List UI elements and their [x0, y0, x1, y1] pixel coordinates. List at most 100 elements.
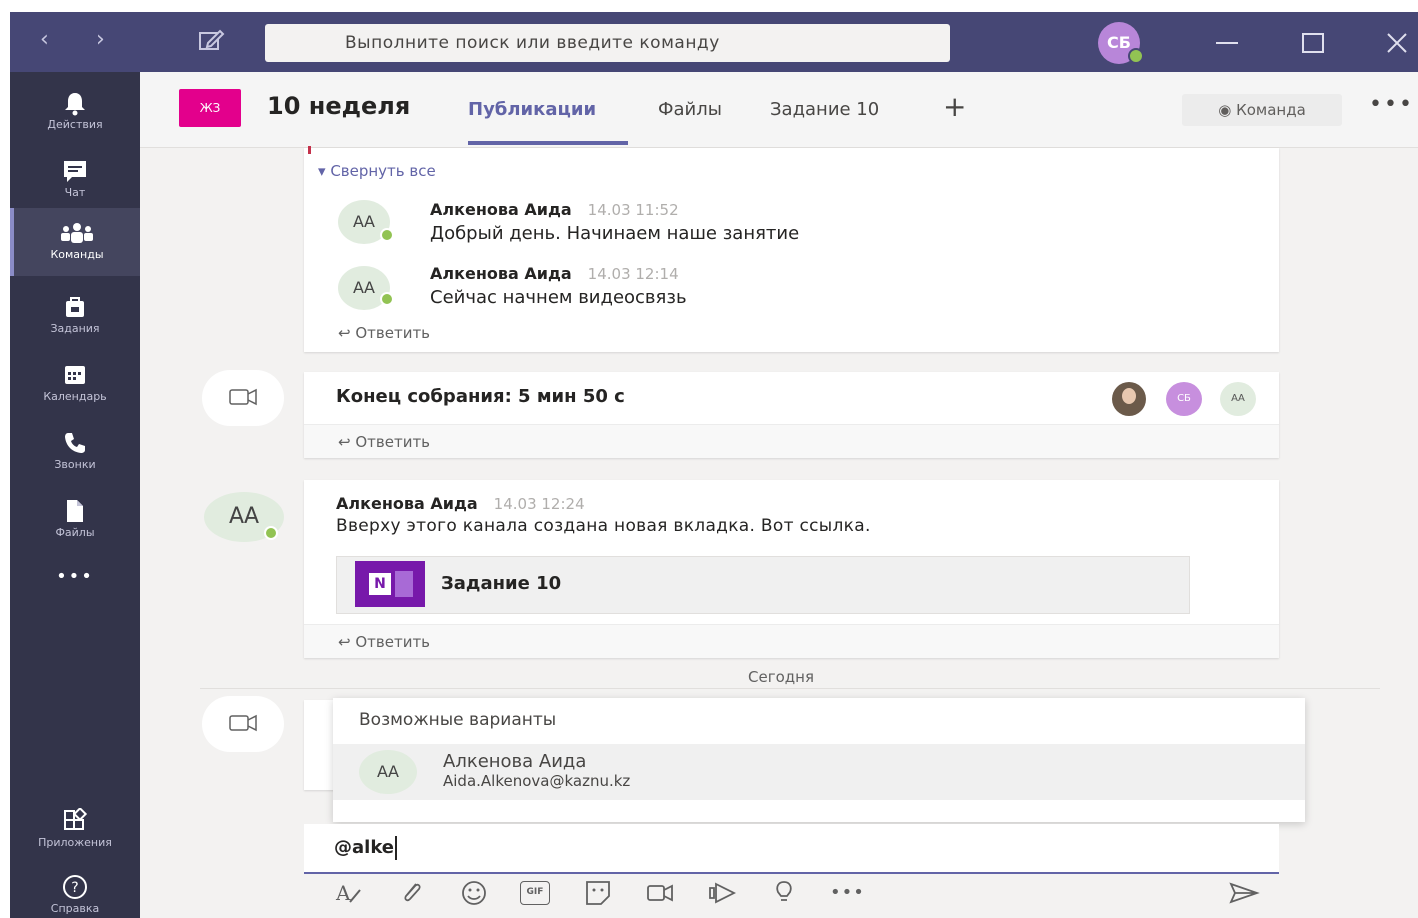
channel-header: ЖЗ 10 неделя Публикации Файлы Задание 10…: [140, 72, 1418, 148]
back-arrow-icon[interactable]: ‹: [40, 28, 49, 52]
suggestion-name: Алкенова Аида: [443, 751, 587, 772]
reply-label: Ответить: [355, 324, 431, 342]
message-time: 14.03 12:14: [587, 265, 679, 283]
phone-icon: [65, 433, 85, 453]
title-bar: ‹ › Выполните поиск или введите команду …: [10, 12, 1418, 72]
more-options-icon[interactable]: •••: [1369, 92, 1414, 117]
rail-label: Команды: [50, 248, 104, 261]
meeting-icon: [202, 370, 284, 426]
rail-item-teams[interactable]: Команды: [10, 208, 140, 276]
message-input-text: @alke: [334, 836, 398, 860]
sticker-icon[interactable]: [582, 878, 614, 908]
rail-item-chat[interactable]: Чат: [10, 146, 140, 214]
thread-marker: [308, 146, 311, 154]
rail-item-files[interactable]: Файлы: [10, 486, 140, 554]
rail-item-help[interactable]: ? Справка: [10, 862, 140, 918]
tab-link-title: Задание 10: [441, 573, 562, 594]
text-caret: [395, 836, 398, 860]
suggestion-item[interactable]: АА Алкенова Аида Aida.Alkenova@kaznu.kz: [333, 744, 1305, 800]
search-input[interactable]: Выполните поиск или введите команду: [265, 24, 950, 62]
app-rail: Действия Чат Команды Задания Календарь З…: [10, 72, 140, 918]
gif-icon[interactable]: GIF: [520, 881, 550, 905]
message-time: 14.03 12:24: [493, 495, 585, 513]
user-status-indicator: [1128, 48, 1144, 64]
team-button-label: Команда: [1236, 101, 1306, 119]
send-icon[interactable]: [1228, 878, 1260, 908]
svg-text:A: A: [335, 881, 351, 905]
maximize-icon[interactable]: [1296, 26, 1330, 60]
team-avatar[interactable]: ЖЗ: [179, 89, 241, 127]
reply-arrow-icon: ↩: [338, 433, 356, 451]
minimize-icon[interactable]: [1210, 26, 1244, 60]
post-card: Алкенова Аида 14.03 12:24 Вверху этого ка…: [304, 480, 1279, 658]
rail-label: Действия: [47, 118, 103, 131]
suggestion-email: Aida.Alkenova@kaznu.kz: [443, 772, 631, 790]
rail-item-calls[interactable]: Звонки: [10, 418, 140, 486]
message-time: 14.03 11:52: [587, 201, 679, 219]
message-text: Добрый день. Начинаем наше занятие: [430, 223, 800, 244]
participant-avatar[interactable]: АА: [1220, 382, 1256, 416]
reply-arrow-icon: ↩: [338, 633, 356, 651]
team-button[interactable]: ◉ Команда: [1182, 94, 1342, 126]
reply-button[interactable]: ↩ Ответить: [304, 424, 1279, 458]
more-icon[interactable]: •••: [830, 882, 864, 912]
date-divider: Сегодня: [738, 668, 824, 686]
forward-arrow-icon[interactable]: ›: [96, 28, 105, 52]
rail-more[interactable]: •••: [10, 566, 140, 587]
participant-avatar[interactable]: СБ: [1166, 382, 1202, 416]
rail-label: Чат: [64, 186, 86, 199]
reply-label: Ответить: [355, 433, 431, 451]
apps-icon: [64, 808, 88, 830]
post-header: Алкенова Аида 14.03 12:24: [336, 494, 585, 513]
compose-icon[interactable]: [196, 26, 226, 56]
svg-text:?: ?: [71, 880, 78, 896]
mention-suggestions: Возможные варианты АА Алкенова Аида Aida…: [333, 698, 1305, 822]
author-name[interactable]: Алкенова Аида: [336, 494, 478, 513]
calendar-icon: [65, 366, 85, 384]
rail-item-calendar[interactable]: Календарь: [10, 350, 140, 418]
stream-icon[interactable]: [706, 878, 738, 908]
date-divider-line: [200, 688, 1380, 689]
reply-button[interactable]: ↩ Ответить: [304, 624, 1279, 658]
files-icon: [67, 500, 83, 522]
reply-message: Алкенова Аида 14.03 12:14 Сейчас начнем в…: [430, 264, 687, 308]
status-dot: [380, 228, 394, 242]
bell-icon: [65, 93, 85, 116]
tab-link-card[interactable]: N Задание 10: [336, 556, 1190, 614]
meeting-card: Конец собрания: 5 мин 50 с СБ АА ↩ Ответ…: [304, 372, 1279, 458]
add-tab-button[interactable]: +: [943, 90, 966, 123]
reply-button[interactable]: ↩ Ответить: [338, 324, 430, 342]
rail-item-assignments[interactable]: Задания: [10, 282, 140, 350]
onenote-icon: N: [355, 561, 425, 607]
chat-icon: [64, 161, 86, 182]
rail-label: Справка: [50, 902, 100, 915]
thread-card: ▾ Свернуть все АА Алкенова Аида 14.03 11:…: [304, 146, 1279, 352]
meet-now-icon[interactable]: [644, 878, 676, 908]
status-dot: [264, 526, 278, 540]
rail-label: Приложения: [38, 836, 112, 849]
message-text: Вверху этого канала создана новая вкладк…: [336, 516, 871, 536]
message-text: Сейчас начнем видеосвязь: [430, 287, 687, 308]
author-name[interactable]: Алкенова Аида: [430, 200, 572, 219]
attach-icon[interactable]: [396, 878, 428, 908]
avatar: АА: [359, 750, 417, 794]
collapse-all-link[interactable]: ▾ Свернуть все: [318, 162, 436, 180]
tab-assignment[interactable]: Задание 10: [770, 99, 879, 120]
tab-files[interactable]: Файлы: [658, 99, 722, 120]
emoji-icon[interactable]: [458, 878, 490, 908]
format-icon[interactable]: A: [332, 878, 364, 908]
suggestions-title: Возможные варианты: [359, 710, 557, 730]
reply-label: Ответить: [355, 633, 431, 651]
rail-item-activity[interactable]: Действия: [10, 78, 140, 146]
author-name[interactable]: Алкенова Аида: [430, 264, 572, 283]
rail-label: Задания: [50, 322, 100, 335]
rail-label: Файлы: [55, 526, 95, 539]
reply-arrow-icon: ↩: [338, 324, 356, 342]
rail-item-apps[interactable]: Приложения: [10, 796, 140, 864]
message-input[interactable]: @alke: [304, 824, 1279, 874]
meeting-ended-text: Конец собрания: 5 мин 50 с: [336, 386, 625, 407]
participant-photo[interactable]: [1112, 382, 1146, 416]
tab-posts[interactable]: Публикации: [468, 99, 596, 120]
close-icon[interactable]: [1380, 26, 1414, 60]
praise-icon[interactable]: [768, 878, 800, 908]
